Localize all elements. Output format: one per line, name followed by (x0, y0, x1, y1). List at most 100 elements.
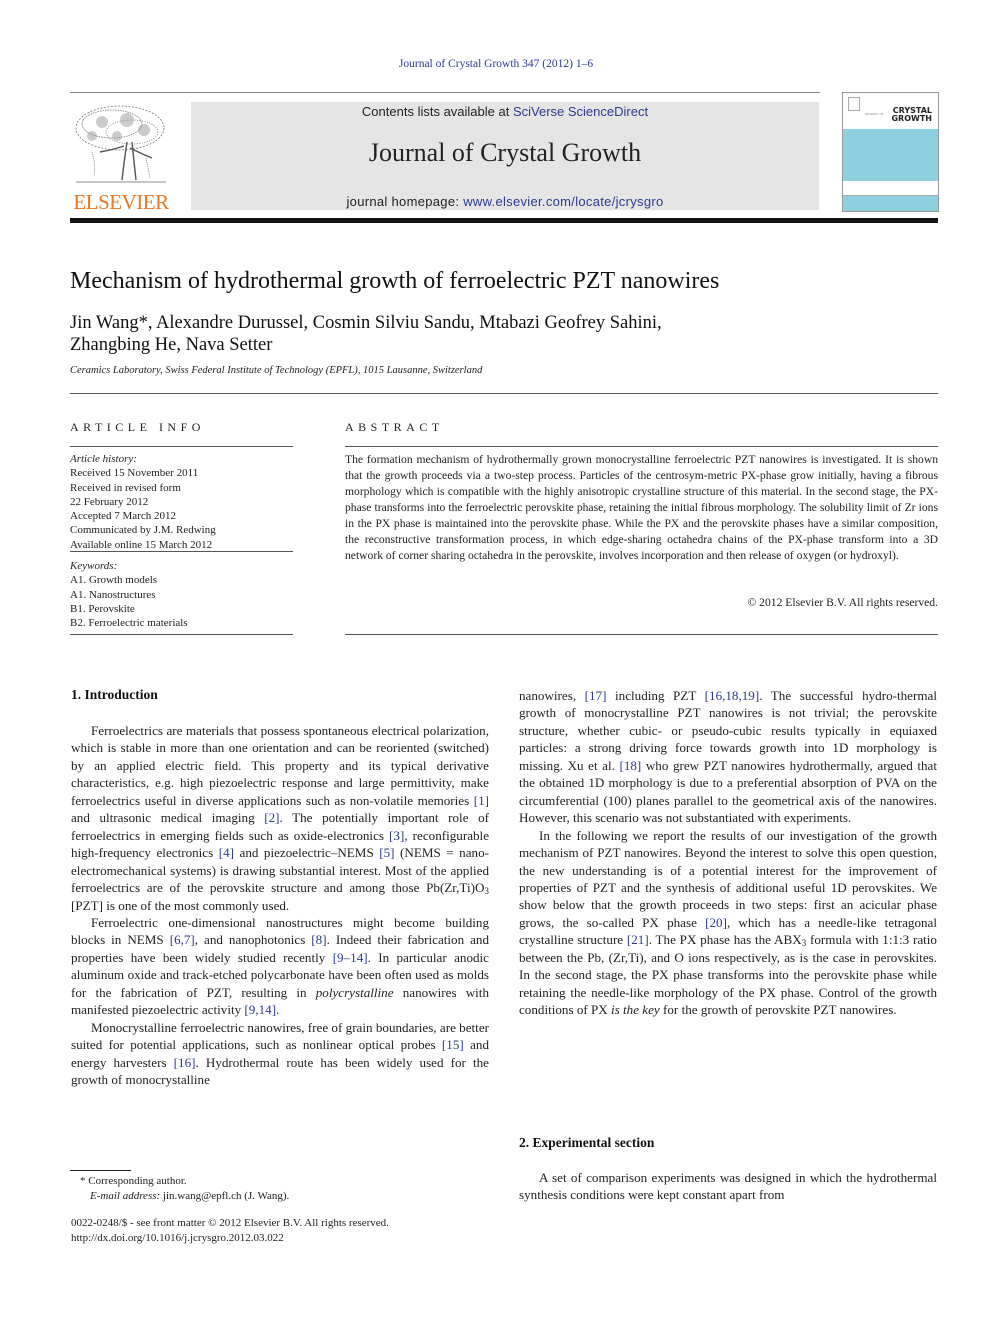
text-run: for the growth of perovskite PZT nanowir… (659, 1002, 897, 1018)
author-list: Jin Wang*, Alexandre Durussel, Cosmin Si… (70, 312, 830, 356)
history-item: Available online 15 March 2012 (70, 538, 213, 551)
text-run: [PZT] is one of the most commonly used. (71, 897, 290, 913)
citation-link[interactable]: [9,14] (244, 1002, 276, 1017)
history-item: Accepted 7 March 2012 (70, 510, 176, 523)
corresponding-author-note: * Corresponding author. (80, 1175, 187, 1187)
footnote: * Corresponding author. E-mail address: … (70, 1174, 289, 1203)
history-label: Article history: (70, 453, 137, 465)
cover-small-text: JOURNAL OF (865, 112, 884, 116)
contents-line: Contents lists available at SciVerse Sci… (191, 104, 819, 119)
authors-line-1[interactable]: Jin Wang*, Alexandre Durussel, Cosmin Si… (70, 312, 830, 334)
right-column: nanowires, [17] including PZT [16,18,19]… (519, 687, 937, 1019)
top-rule (70, 92, 820, 93)
section-heading-introduction: 1. Introduction (71, 687, 158, 702)
article-history: Article history: Received 15 November 20… (70, 452, 293, 552)
left-column: Ferroelectrics are materials that posses… (71, 722, 489, 1089)
history-item: Received in revised form (70, 481, 181, 494)
divider (70, 446, 293, 447)
divider (345, 446, 938, 447)
copyright: © 2012 Elsevier B.V. All rights reserved… (747, 596, 938, 609)
journal-banner: Contents lists available at SciVerse Sci… (191, 102, 819, 210)
citation-link[interactable]: [16] (174, 1055, 196, 1070)
contents-prefix: Contents lists available at (361, 104, 513, 119)
sciencedirect-link[interactable]: SciVerse ScienceDirect (513, 104, 648, 119)
citation-link[interactable]: [3] (389, 828, 404, 843)
citation-link[interactable]: [1] (474, 793, 489, 808)
text-run: Monocrystalline ferroelectric nanowires,… (71, 1019, 489, 1053)
citation-link[interactable]: [6,7] (170, 932, 195, 947)
mini-elsevier-icon (848, 97, 860, 111)
text-run: polycrystalline (315, 984, 394, 1000)
footnote-rule (70, 1170, 131, 1171)
history-item: 22 February 2012 (70, 495, 149, 508)
affiliation: Ceramics Laboratory, Swiss Federal Insti… (70, 365, 483, 376)
text-run: and piezoelectric–NEMS (234, 845, 380, 861)
keyword[interactable]: B2. Ferroelectric materials (70, 616, 293, 630)
article-info-heading: ARTICLE INFO (70, 420, 205, 434)
text-run: . (276, 1002, 280, 1018)
issn-line: 0022-0248/$ - see front matter © 2012 El… (71, 1217, 389, 1229)
paragraph: In the following we report the results o… (519, 827, 937, 1019)
citation-link[interactable]: [21] (627, 932, 649, 947)
authors-line-2[interactable]: Zhangbing He, Nava Setter (70, 334, 830, 356)
paragraph: Monocrystalline ferroelectric nanowires,… (71, 1019, 489, 1089)
email-label: E-mail address: (90, 1189, 161, 1202)
section-heading-experimental: 2. Experimental section (519, 1135, 655, 1150)
paragraph: A set of comparison experiments was desi… (519, 1170, 937, 1203)
elsevier-logo[interactable]: ELSEVIER (70, 100, 172, 214)
citation-link[interactable]: [9–14] (333, 950, 368, 965)
citation-link[interactable]: [16,18,19] (705, 688, 760, 703)
citation-link[interactable]: [15] (442, 1037, 464, 1052)
divider (70, 551, 293, 552)
citation-link[interactable]: [4] (219, 845, 234, 860)
email-address[interactable]: jin.wang@epfl.ch (J. Wang). (160, 1190, 289, 1202)
paragraph: nanowires, [17] including PZT [16,18,19]… (519, 687, 937, 827)
citation-link[interactable]: [5] (379, 845, 394, 860)
homepage-link[interactable]: www.elsevier.com/locate/jcrysgro (463, 194, 663, 209)
text-run: 3 (484, 886, 489, 897)
text-run: Ferroelectrics are materials that posses… (71, 723, 489, 808)
text-run: including PZT (606, 688, 705, 703)
cover-title-line2: GROWTH (891, 114, 932, 123)
homepage-line: journal homepage: www.elsevier.com/locat… (191, 194, 819, 209)
divider (345, 634, 938, 635)
abstract-heading: ABSTRACT (345, 420, 444, 434)
front-matter: 0022-0248/$ - see front matter © 2012 El… (71, 1216, 389, 1245)
keyword[interactable]: A1. Nanostructures (70, 588, 293, 602)
cover-band (843, 129, 938, 181)
journal-cover-thumbnail[interactable]: JOURNAL OF CRYSTAL GROWTH (842, 92, 939, 212)
text-run: . The PX phase has the ABX (648, 932, 802, 948)
doi-link[interactable]: http://dx.doi.org/10.1016/j.jcrysgro.201… (71, 1231, 389, 1246)
text-run: nanowires, (519, 688, 585, 703)
citation-link[interactable]: [17] (585, 688, 607, 703)
paragraph: Ferroelectrics are materials that posses… (71, 722, 489, 914)
experimental-text: A set of comparison experiments was desi… (519, 1169, 937, 1204)
paragraph: Ferroelectric one-dimensional nanostruct… (71, 914, 489, 1019)
keyword[interactable]: A1. Growth models (70, 573, 293, 587)
tree-icon (75, 105, 166, 183)
citation-link[interactable]: [8] (311, 932, 326, 947)
citation-link[interactable]: [20] (705, 915, 727, 930)
email-line: E-mail address: jin.wang@epfl.ch (J. Wan… (70, 1189, 289, 1204)
keyword[interactable]: B1. Perovskite (70, 602, 293, 616)
elsevier-wordmark: ELSEVIER (73, 190, 169, 214)
citation-link[interactable]: [2] (264, 810, 279, 825)
cover-band-bottom (843, 196, 938, 211)
keywords: Keywords: A1. Growth models A1. Nanostru… (70, 559, 293, 630)
running-head[interactable]: Journal of Crystal Growth 347 (2012) 1–6 (0, 58, 992, 70)
text-run: , and nanophotonics (194, 932, 312, 948)
keywords-label: Keywords: (70, 560, 118, 572)
cover-header: JOURNAL OF CRYSTAL GROWTH (843, 93, 938, 129)
divider (70, 393, 938, 394)
header-rule (70, 218, 938, 223)
text-run: and ultrasonic medical imaging (71, 810, 265, 826)
text-run: is the key (611, 1002, 660, 1018)
abstract-text: The formation mechanism of hydrothermall… (345, 453, 938, 562)
divider (70, 634, 293, 635)
cover-title: CRYSTAL GROWTH (891, 107, 932, 123)
article-title: Mechanism of hydrothermal growth of ferr… (70, 268, 720, 294)
homepage-prefix: journal homepage: (346, 194, 464, 209)
citation-link[interactable]: [18] (619, 758, 641, 773)
cover-strip (843, 181, 938, 196)
history-item: Communicated by J.M. Redwing (70, 524, 216, 537)
